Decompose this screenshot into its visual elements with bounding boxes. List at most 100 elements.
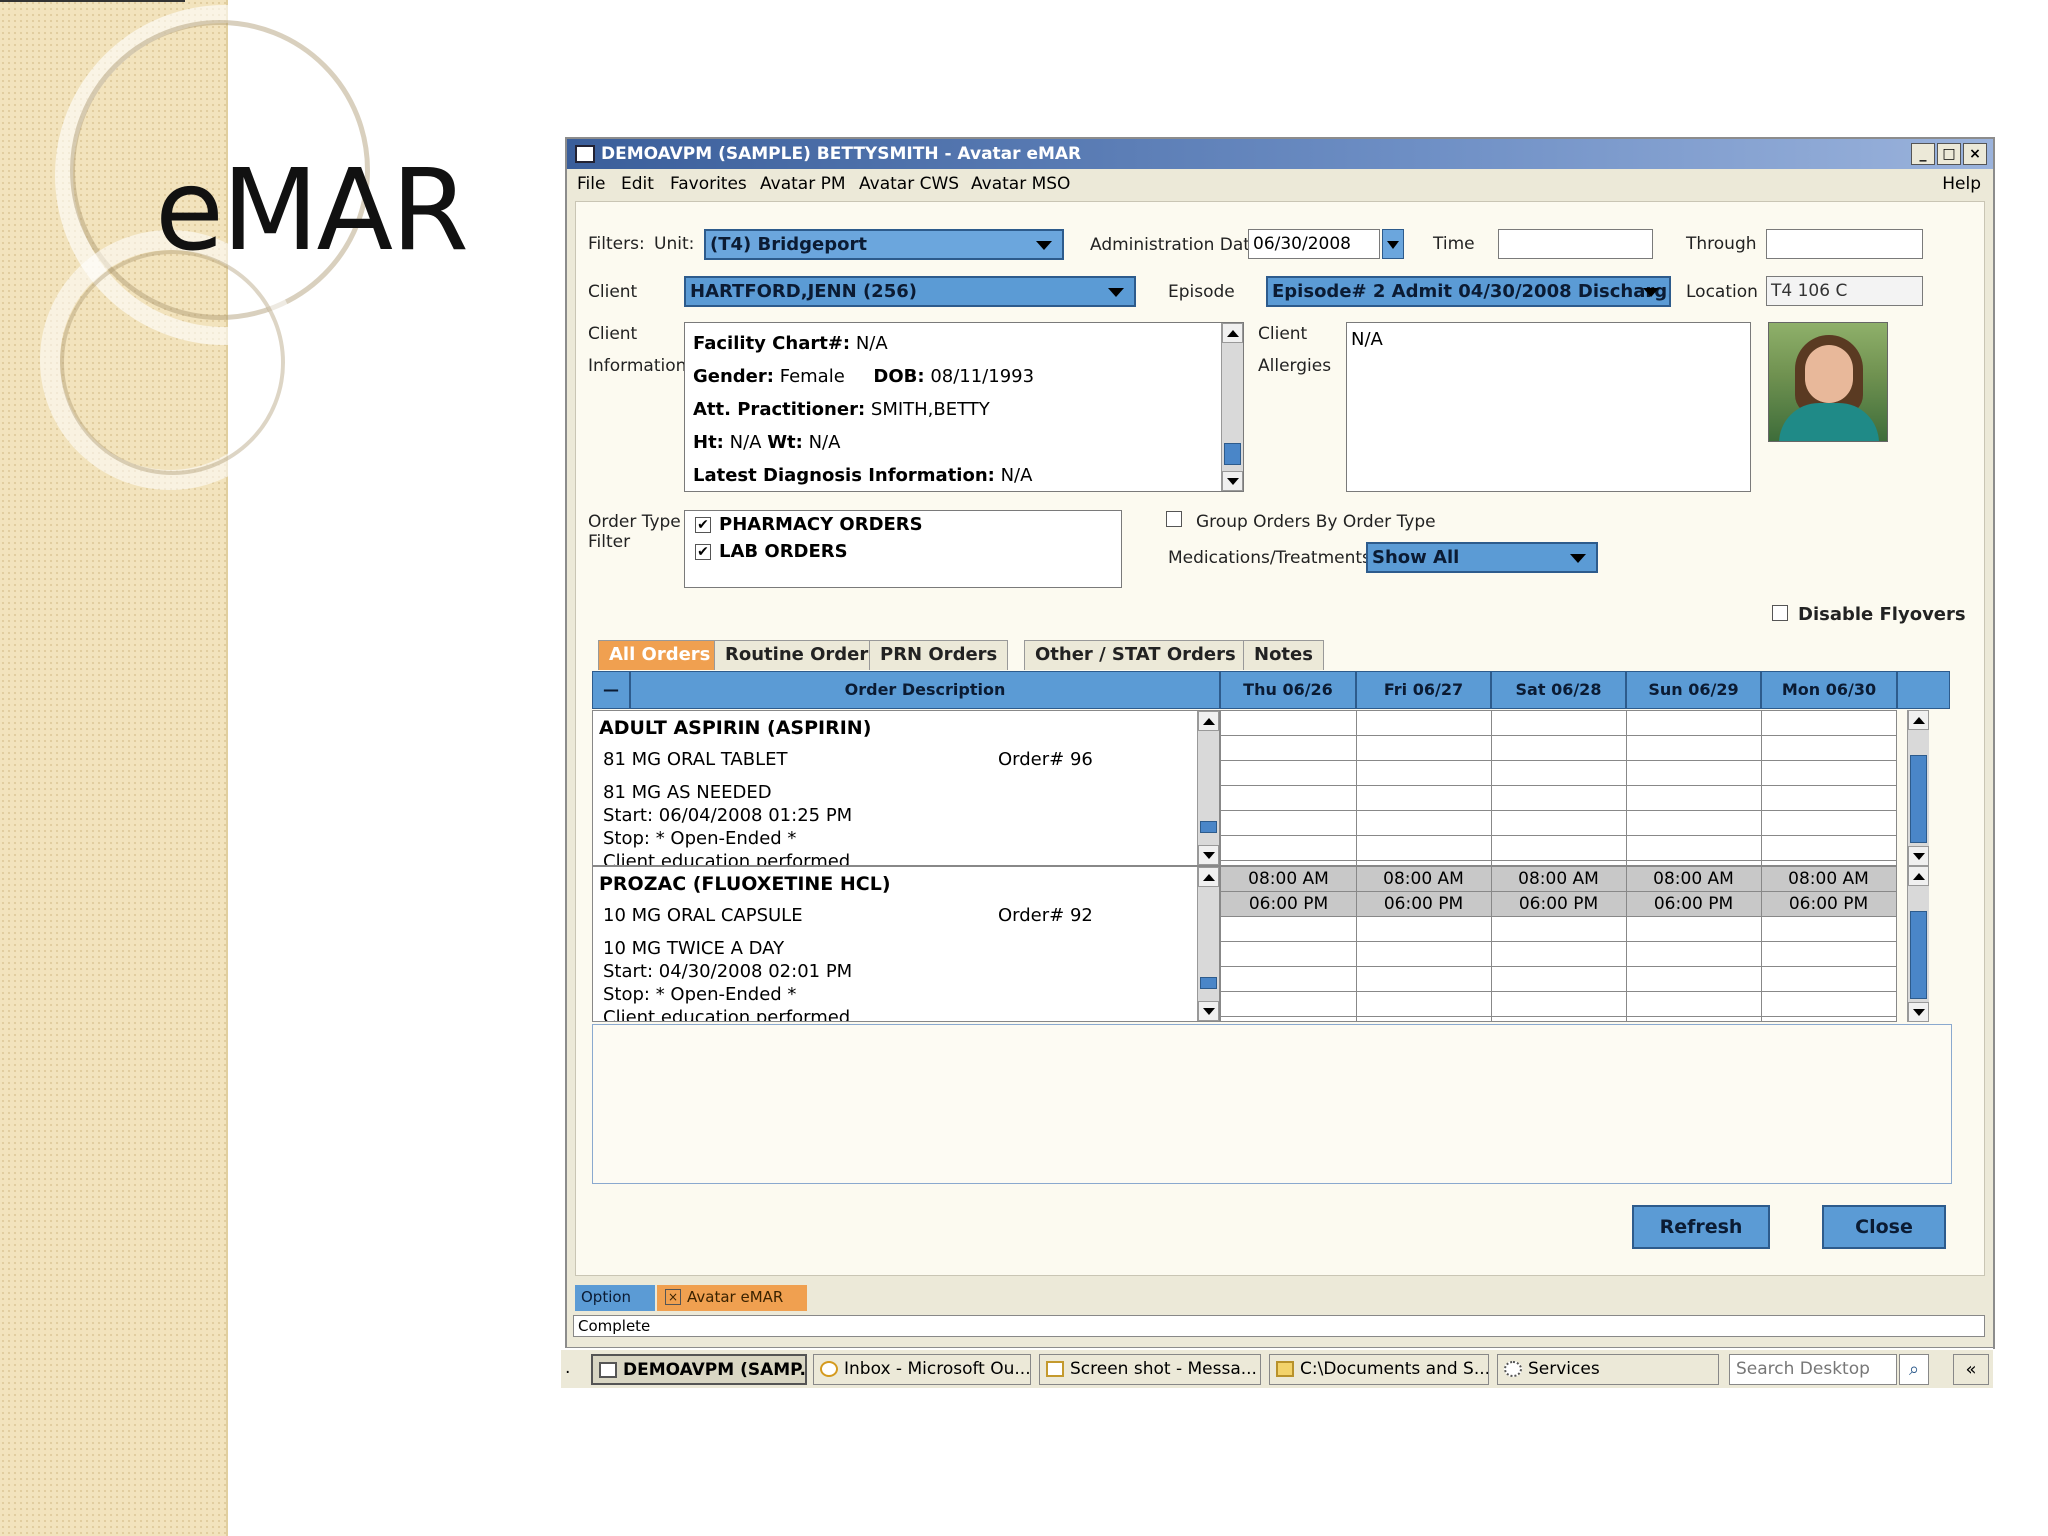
close-tab-icon[interactable]: × xyxy=(665,1289,681,1305)
menu-edit[interactable]: Edit xyxy=(621,169,654,199)
desktop-search-input[interactable]: Search Desktop xyxy=(1729,1354,1897,1385)
schedule-scrollbar[interactable] xyxy=(1907,710,1929,866)
dose-time-cell[interactable]: 06:00 PM xyxy=(1356,892,1491,917)
date-picker-button[interactable] xyxy=(1382,229,1404,259)
dose-time-cell[interactable]: 08:00 AM xyxy=(1491,867,1626,892)
order-row[interactable]: ADULT ASPIRIN (ASPIRIN) 81 MG ORAL TABLE… xyxy=(592,710,1220,866)
order-frequency: 81 MG AS NEEDED xyxy=(603,782,772,803)
scroll-thumb[interactable] xyxy=(1200,821,1217,833)
scroll-down-icon[interactable] xyxy=(1908,846,1929,866)
schedule-scrollbar[interactable] xyxy=(1907,866,1929,1022)
unit-dropdown[interactable]: (T4) Bridgeport xyxy=(704,229,1064,260)
lab-orders-checkbox[interactable]: ✔ xyxy=(695,544,711,560)
avatar-emar-tab-label: Avatar eMAR xyxy=(687,1288,784,1306)
taskbar-item-label: Inbox - Microsoft Ou... xyxy=(844,1359,1031,1379)
time-field[interactable] xyxy=(1498,229,1653,259)
dose-time-cell[interactable]: 08:00 AM xyxy=(1626,867,1761,892)
order-note: Client education performed xyxy=(603,1007,851,1022)
taskbar-item-label: Services xyxy=(1528,1359,1600,1379)
unit-label: Unit: xyxy=(654,234,695,254)
minimize-button[interactable]: _ xyxy=(1911,143,1935,165)
scroll-thumb[interactable] xyxy=(1910,911,1927,999)
tab-notes[interactable]: Notes xyxy=(1243,640,1324,670)
order-number: Order# 96 xyxy=(998,749,1093,770)
taskbar-item-label: Screen shot - Messa... xyxy=(1070,1359,1257,1379)
scroll-down-icon[interactable] xyxy=(1222,471,1243,491)
dose-time-cell[interactable]: 08:00 AM xyxy=(1761,867,1896,892)
order-scrollbar[interactable] xyxy=(1197,867,1219,1021)
day-header: Fri 06/27 xyxy=(1356,671,1491,709)
emar-window: DEMOAVPM (SAMPLE) BETTYSMITH - Avatar eM… xyxy=(565,137,1995,1349)
menu-help[interactable]: Help xyxy=(1942,169,1981,199)
group-orders-checkbox[interactable] xyxy=(1166,511,1182,527)
taskbar-item-inbox[interactable]: Inbox - Microsoft Ou... xyxy=(813,1354,1031,1385)
close-button[interactable]: Close xyxy=(1822,1205,1946,1249)
location-field: T4 106 C xyxy=(1766,276,1923,306)
meds-treatments-value: Show All xyxy=(1372,547,1460,568)
menu-favorites[interactable]: Favorites xyxy=(670,169,747,199)
order-type-filter-box: ✔ PHARMACY ORDERS ✔ LAB ORDERS xyxy=(684,510,1122,588)
taskbar-item-screenshot[interactable]: Screen shot - Messa... xyxy=(1039,1354,1261,1385)
refresh-button[interactable]: Refresh xyxy=(1632,1205,1770,1249)
order-stop: Stop: * Open-Ended * xyxy=(603,828,797,849)
tab-prn-orders[interactable]: PRN Orders xyxy=(869,640,1009,670)
tab-all-orders[interactable]: All Orders xyxy=(598,640,722,670)
menu-avatar-cws[interactable]: Avatar CWS xyxy=(859,169,959,199)
taskbar-overflow-button[interactable]: « xyxy=(1953,1354,1989,1385)
menu-file[interactable]: File xyxy=(577,169,605,199)
through-field[interactable] xyxy=(1766,229,1923,259)
avatar-emar-tab[interactable]: × Avatar eMAR xyxy=(657,1285,807,1311)
collapse-all-button[interactable]: — xyxy=(592,671,630,709)
menu-avatar-mso[interactable]: Avatar MSO xyxy=(971,169,1070,199)
scroll-up-icon[interactable] xyxy=(1198,711,1219,731)
dose-time-cell[interactable]: 06:00 PM xyxy=(1626,892,1761,917)
taskbar-item-documents[interactable]: C:\Documents and S... xyxy=(1269,1354,1489,1385)
scroll-thumb[interactable] xyxy=(1224,443,1241,465)
taskbar-item-label: C:\Documents and S... xyxy=(1300,1359,1489,1379)
pharmacy-orders-checkbox[interactable]: ✔ xyxy=(695,517,711,533)
order-scrollbar[interactable] xyxy=(1197,711,1219,865)
emar-main-panel: Filters: Unit: (T4) Bridgeport Administr… xyxy=(575,201,1985,1276)
maximize-button[interactable]: □ xyxy=(1937,143,1961,165)
client-info-scrollbar[interactable] xyxy=(1221,323,1243,491)
scroll-down-icon[interactable] xyxy=(1908,1002,1929,1022)
scroll-down-icon[interactable] xyxy=(1198,1001,1219,1021)
tab-routine-orders[interactable]: Routine Orders xyxy=(714,640,890,670)
admin-date-field[interactable]: 06/30/2008 xyxy=(1248,229,1380,259)
tab-other-stat-orders[interactable]: Other / STAT Orders xyxy=(1024,640,1247,670)
close-window-button[interactable]: × xyxy=(1963,143,1987,165)
dose-time-cell[interactable]: 08:00 AM xyxy=(1221,867,1356,892)
dose-time-cell[interactable]: 06:00 PM xyxy=(1761,892,1896,917)
allergies-label: Client xyxy=(1258,324,1308,344)
slide-title: eMAR xyxy=(155,146,469,276)
admin-date-label: Administration Date xyxy=(1090,235,1261,255)
dose-time-cell[interactable]: 06:00 PM xyxy=(1221,892,1356,917)
disable-flyovers-checkbox[interactable] xyxy=(1772,605,1788,621)
scroll-up-icon[interactable] xyxy=(1908,866,1929,886)
order-row[interactable]: PROZAC (FLUOXETINE HCL) 10 MG ORAL CAPSU… xyxy=(592,866,1220,1022)
slide-top-rule xyxy=(0,0,185,2)
scroll-down-icon[interactable] xyxy=(1198,845,1219,865)
scroll-thumb[interactable] xyxy=(1910,755,1927,843)
scroll-up-icon[interactable] xyxy=(1198,867,1219,887)
window-titlebar[interactable]: DEMOAVPM (SAMPLE) BETTYSMITH - Avatar eM… xyxy=(567,139,1993,169)
search-icon[interactable]: ⌕ xyxy=(1899,1354,1929,1385)
taskbar-item-services[interactable]: Services xyxy=(1497,1354,1719,1385)
taskbar-item-demoavpm[interactable]: DEMOAVPM (SAMP... xyxy=(591,1354,807,1385)
day-header: Thu 06/26 xyxy=(1220,671,1356,709)
client-dropdown[interactable]: HARTFORD,JENN (256) xyxy=(684,276,1136,307)
client-info-label: Client xyxy=(588,324,638,344)
scroll-up-icon[interactable] xyxy=(1908,710,1929,730)
order-description-header: Order Description xyxy=(630,671,1220,709)
episode-dropdown[interactable]: Episode# 2 Admit 04/30/2008 Discharg... xyxy=(1266,276,1671,307)
meds-treatments-dropdown[interactable]: Show All xyxy=(1366,542,1598,573)
dose-time-cell[interactable]: 08:00 AM xyxy=(1356,867,1491,892)
option-tab[interactable]: Option xyxy=(575,1285,655,1311)
scroll-up-icon[interactable] xyxy=(1222,323,1243,343)
menu-avatar-pm[interactable]: Avatar PM xyxy=(760,169,846,199)
scroll-thumb[interactable] xyxy=(1200,977,1217,989)
decorative-ring xyxy=(60,250,285,475)
episode-label: Episode xyxy=(1168,282,1235,302)
status-bar: Complete xyxy=(573,1315,1985,1337)
dose-time-cell[interactable]: 06:00 PM xyxy=(1491,892,1626,917)
